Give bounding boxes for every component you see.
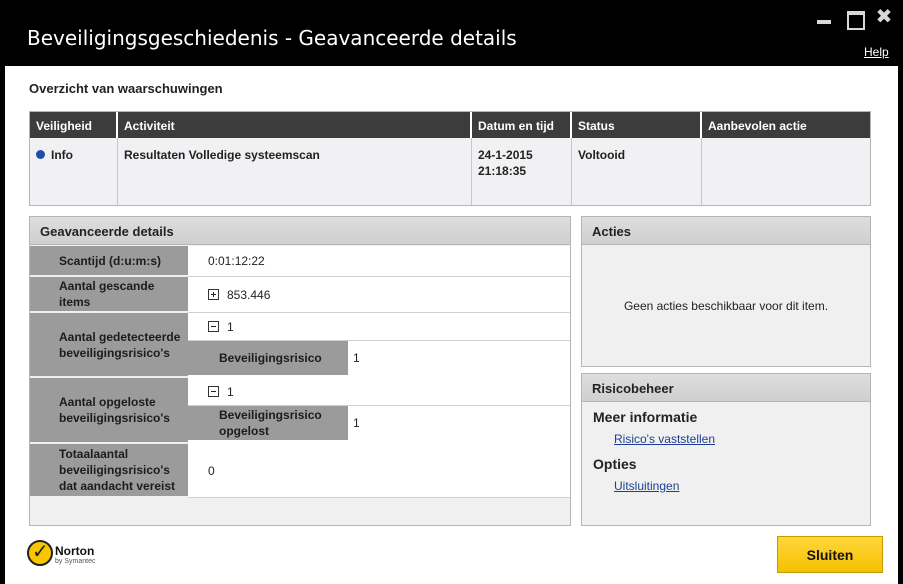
window-title: Beveiligingsgeschiedenis - Geavanceerde …	[27, 26, 517, 50]
table-row[interactable]: Info Resultaten Volledige systeemscan 24…	[30, 138, 870, 205]
detected-risks-value: 1	[227, 319, 234, 334]
severity-cell: Info	[30, 138, 118, 205]
resolved-risks-subrow: Beveiligingsrisico opgelost 1	[188, 406, 570, 440]
column-header-status[interactable]: Status	[572, 112, 702, 138]
datetime-cell: 24-1-2015 21:18:35	[472, 138, 572, 205]
collapse-minus-icon[interactable]	[208, 321, 219, 332]
severity-value: Info	[51, 148, 73, 162]
resolved-risks-label: Aantal opgeloste beveiligingsrisico's	[30, 378, 188, 444]
scan-time-value: 0:01:12:22	[188, 246, 570, 277]
resolved-risk-sub-value: 1	[348, 406, 570, 440]
close-icon[interactable]: ✖	[874, 7, 894, 27]
advanced-details-panel: Geavanceerde details Scantijd (d:u:m:s) …	[29, 216, 571, 526]
attention-risks-label: Totaalaantal beveiligingsrisico's dat aa…	[30, 444, 188, 498]
scanned-items-value: 853.446	[227, 287, 271, 302]
time-value: 21:18:35	[478, 164, 527, 178]
detected-risk-sub-value: 1	[348, 341, 570, 375]
scan-time-label: Scantijd (d:u:m:s)	[30, 246, 188, 277]
scanned-items-row: Aantal gescande items 853.446	[30, 277, 570, 313]
actions-empty-text: Geen acties beschikbaar voor dit item.	[623, 299, 829, 313]
date-value: 24-1-2015	[478, 148, 533, 162]
title-bar: Beveiligingsgeschiedenis - Geavanceerde …	[0, 0, 903, 66]
help-link[interactable]: Help	[864, 45, 889, 59]
column-header-activity[interactable]: Activiteit	[118, 112, 472, 138]
column-header-severity[interactable]: Veiligheid	[30, 112, 118, 138]
norton-brand: Norton	[55, 544, 95, 558]
norton-brand-sub: by Symantec	[55, 558, 96, 565]
alerts-table: Veiligheid Activiteit Datum en tijd Stat…	[29, 111, 871, 206]
detected-risks-row: Aantal gedetecteerde beveiligingsrisico'…	[30, 313, 570, 378]
resolved-risks-row: Aantal opgeloste beveiligingsrisico's 1 …	[30, 378, 570, 444]
alerts-table-header: Veiligheid Activiteit Datum en tijd Stat…	[30, 112, 870, 138]
main-content: Overzicht van waarschuwingen Veiligheid …	[5, 66, 898, 584]
actions-panel: Acties Geen acties beschikbaar voor dit …	[581, 216, 871, 367]
risk-management-panel: Risicobeheer Meer informatie Risico's va…	[581, 373, 871, 526]
scanned-items-value-cell: 853.446	[188, 277, 570, 313]
resolved-risks-value: 1	[227, 384, 234, 399]
collapse-minus-icon[interactable]	[208, 386, 219, 397]
resolved-risk-sub-label: Beveiligingsrisico opgelost	[188, 406, 348, 440]
norton-logo: Norton by Symantec	[27, 539, 107, 570]
close-button[interactable]: Sluiten	[777, 536, 883, 573]
activity-cell: Resultaten Volledige systeemscan	[118, 138, 472, 205]
overview-heading: Overzicht van waarschuwingen	[29, 81, 223, 96]
resolved-risks-detail: 1 Beveiligingsrisico opgelost 1	[188, 378, 570, 444]
norton-checkmark-icon	[27, 539, 53, 566]
detected-risk-sub-label: Beveiligingsrisico	[188, 341, 348, 375]
status-cell: Voltooid	[572, 138, 702, 205]
risk-management-heading: Risicobeheer	[582, 374, 870, 402]
resolved-risks-count-cell: 1	[188, 378, 570, 406]
scanned-items-label: Aantal gescande items	[30, 277, 188, 313]
scan-time-row: Scantijd (d:u:m:s) 0:01:12:22	[30, 246, 570, 277]
expand-plus-icon[interactable]	[208, 289, 219, 300]
minimize-icon[interactable]	[814, 8, 834, 26]
more-info-heading: Meer informatie	[593, 409, 698, 425]
identify-risks-link[interactable]: Risico's vaststellen	[614, 432, 715, 446]
recommended-action-cell	[702, 138, 870, 205]
column-header-datetime[interactable]: Datum en tijd	[472, 112, 572, 138]
info-dot-icon	[36, 150, 45, 159]
attention-risks-row: Totaalaantal beveiligingsrisico's dat aa…	[30, 444, 570, 498]
maximize-icon[interactable]	[844, 8, 865, 30]
column-header-recommended-action[interactable]: Aanbevolen actie	[702, 112, 870, 138]
options-heading: Opties	[593, 456, 637, 472]
detected-risks-detail: 1 Beveiligingsrisico 1	[188, 313, 570, 378]
advanced-details-heading: Geavanceerde details	[30, 217, 570, 245]
detected-risks-subrow: Beveiligingsrisico 1	[188, 341, 570, 375]
exclusions-link[interactable]: Uitsluitingen	[614, 479, 679, 493]
detected-risks-label: Aantal gedetecteerde beveiligingsrisico'…	[30, 313, 188, 378]
detected-risks-count-cell: 1	[188, 313, 570, 341]
actions-heading: Acties	[582, 217, 870, 245]
attention-risks-value: 0	[188, 444, 570, 498]
